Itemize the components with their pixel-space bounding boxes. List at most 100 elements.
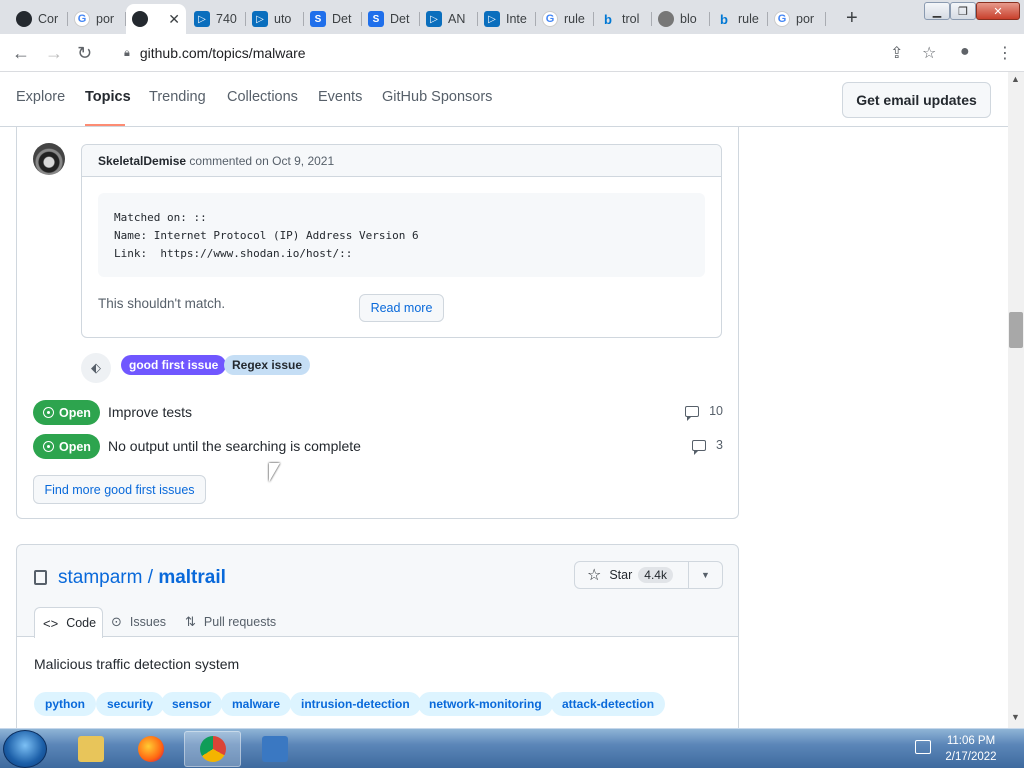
topic-tag[interactable]: attack-detection — [551, 692, 666, 716]
comment-count[interactable]: 10 — [685, 404, 723, 421]
browser-tab[interactable]: ▷ AN — [420, 4, 478, 34]
browser-tab[interactable]: ▷ uto — [246, 4, 304, 34]
browser-tab[interactable]: b trol — [594, 4, 652, 34]
browser-tab[interactable]: S Det — [362, 4, 420, 34]
scroll-down-arrow-icon[interactable]: ▼ — [1011, 712, 1020, 722]
microsoft-icon: ▷ — [252, 11, 268, 27]
browser-tab[interactable]: Cor — [10, 4, 68, 34]
comment-header: SkeletalDemise commented on Oct 9, 2021 — [82, 145, 721, 177]
issue-row[interactable]: Open Improve tests 10 — [33, 400, 723, 426]
issue-icon: ⊙ — [111, 614, 122, 629]
tab-label: Cor — [38, 12, 59, 26]
pull-request-icon: ⇅ — [185, 614, 196, 629]
tab-pull-requests[interactable]: ⇅ Pull requests — [185, 607, 276, 637]
browser-tab-active[interactable]: ✕ — [126, 4, 186, 34]
nav-topics[interactable]: Topics — [85, 89, 131, 105]
tab-issues[interactable]: ⊙ Issues — [111, 607, 166, 637]
network-icon[interactable] — [915, 740, 931, 754]
repo-title[interactable]: maltrail — [158, 567, 226, 588]
repo-name[interactable]: stamparm / maltrail — [58, 567, 226, 589]
tab-label: Code — [66, 616, 97, 630]
page-scrollbar[interactable]: ▲ ▼ — [1008, 72, 1024, 728]
browser-tab[interactable]: Gpor — [68, 4, 126, 34]
url-bar[interactable]: 🔒︎ github.com/topics/malware — [110, 38, 950, 68]
nav-trending[interactable]: Trending — [149, 89, 206, 105]
repo-separator: / — [142, 567, 159, 588]
repo-owner[interactable]: stamparm — [58, 567, 142, 588]
topic-tag[interactable]: intrusion-detection — [290, 692, 421, 716]
taskbar-chrome[interactable] — [184, 731, 241, 767]
browser-tab[interactable]: blo — [652, 4, 710, 34]
read-more-button[interactable]: Read more — [359, 294, 444, 322]
topic-tag[interactable]: security — [96, 692, 165, 716]
scrollbar-thumb[interactable] — [1009, 312, 1023, 348]
comment-count[interactable]: 3 — [692, 438, 723, 455]
get-email-updates-button[interactable]: Get email updates — [842, 82, 991, 118]
tab-label: 740 — [216, 12, 237, 26]
system-tray: 11:06 PM 2/17/2022 — [905, 729, 1024, 769]
browser-tab[interactable]: Grule — [536, 4, 594, 34]
open-status-badge: Open — [33, 434, 100, 459]
open-status-badge: Open — [33, 400, 100, 425]
nav-collections[interactable]: Collections — [227, 89, 298, 105]
address-toolbar: ← → ↻ 🔒︎ github.com/topics/malware ⇪ ☆ ●… — [0, 34, 1024, 72]
avatar[interactable] — [33, 143, 65, 175]
topic-tag[interactable]: malware — [221, 692, 292, 716]
repo-card: stamparm / maltrail ☆ Star 4.4k ▼ <> Code… — [16, 544, 739, 728]
tab-label: rule — [564, 12, 585, 26]
comment-count-value: 10 — [709, 404, 723, 418]
comment-icon — [685, 405, 700, 421]
microsoft-icon: ▷ — [484, 11, 500, 27]
comment-body: This shouldn't match. — [98, 296, 226, 311]
repo-icon — [34, 570, 47, 585]
taskbar-firefox[interactable] — [122, 731, 179, 767]
back-icon[interactable]: ← — [12, 43, 30, 64]
status-text: Open — [59, 405, 91, 420]
taskbar-app[interactable] — [246, 731, 303, 767]
reload-icon[interactable]: ↻ — [77, 43, 92, 64]
tab-label: uto — [274, 12, 292, 26]
taskbar-file-explorer[interactable] — [62, 731, 119, 767]
window-close-button[interactable]: ✕ — [976, 2, 1020, 20]
url-text: github.com/topics/malware — [139, 45, 306, 61]
issue-title[interactable]: No output until the searching is complet… — [108, 438, 361, 454]
nav-github-sponsors[interactable]: GitHub Sponsors — [382, 89, 492, 105]
close-tab-icon[interactable]: ✕ — [164, 11, 180, 28]
browser-tab[interactable]: b rule — [710, 4, 768, 34]
browser-tab[interactable]: ▷ Inte — [478, 4, 536, 34]
find-more-good-first-issues-button[interactable]: Find more good first issues — [33, 475, 206, 504]
tab-code[interactable]: <> Code — [34, 607, 103, 638]
comment-author[interactable]: SkeletalDemise — [98, 154, 186, 168]
s-icon: S — [310, 11, 326, 27]
start-button[interactable] — [3, 730, 47, 768]
issue-open-icon — [43, 441, 54, 452]
nav-explore[interactable]: Explore — [16, 89, 65, 105]
issue-row[interactable]: Open No output until the searching is co… — [33, 434, 723, 460]
browser-tab[interactable]: S Det — [304, 4, 362, 34]
label-good-first-issue[interactable]: good first issue — [121, 355, 227, 375]
minimize-button[interactable]: ▁ — [924, 2, 950, 20]
restore-button[interactable]: ❐ — [950, 2, 976, 20]
menu-kebab-icon[interactable]: ⋮ — [997, 43, 1013, 63]
topic-tag[interactable]: python — [34, 692, 96, 716]
profile-icon[interactable]: ● — [960, 43, 970, 61]
browser-tab[interactable]: ▷ 740 — [188, 4, 246, 34]
active-tab-underline — [85, 124, 125, 126]
nav-events[interactable]: Events — [318, 89, 362, 105]
tab-label: AN — [448, 12, 466, 26]
star-button[interactable]: ☆ Star 4.4k ▼ — [574, 561, 723, 589]
chevron-down-icon[interactable]: ▼ — [688, 562, 722, 588]
forward-icon[interactable]: → — [45, 43, 63, 64]
status-text: Open — [59, 439, 91, 454]
topic-tag[interactable]: sensor — [161, 692, 223, 716]
issue-title[interactable]: Improve tests — [108, 404, 192, 420]
scroll-up-arrow-icon[interactable]: ▲ — [1011, 74, 1020, 84]
browser-tab[interactable]: Gpor — [768, 4, 826, 34]
label-regex-issue[interactable]: Regex issue — [224, 355, 311, 375]
clock[interactable]: 11:06 PM 2/17/2022 — [941, 733, 1001, 765]
share-icon[interactable]: ⇪ — [890, 43, 903, 63]
topic-tag[interactable]: network-monitoring — [418, 692, 553, 716]
new-tab-button[interactable]: + — [846, 7, 858, 30]
app-window-icon — [261, 736, 288, 762]
bookmark-star-icon[interactable]: ☆ — [922, 43, 936, 63]
